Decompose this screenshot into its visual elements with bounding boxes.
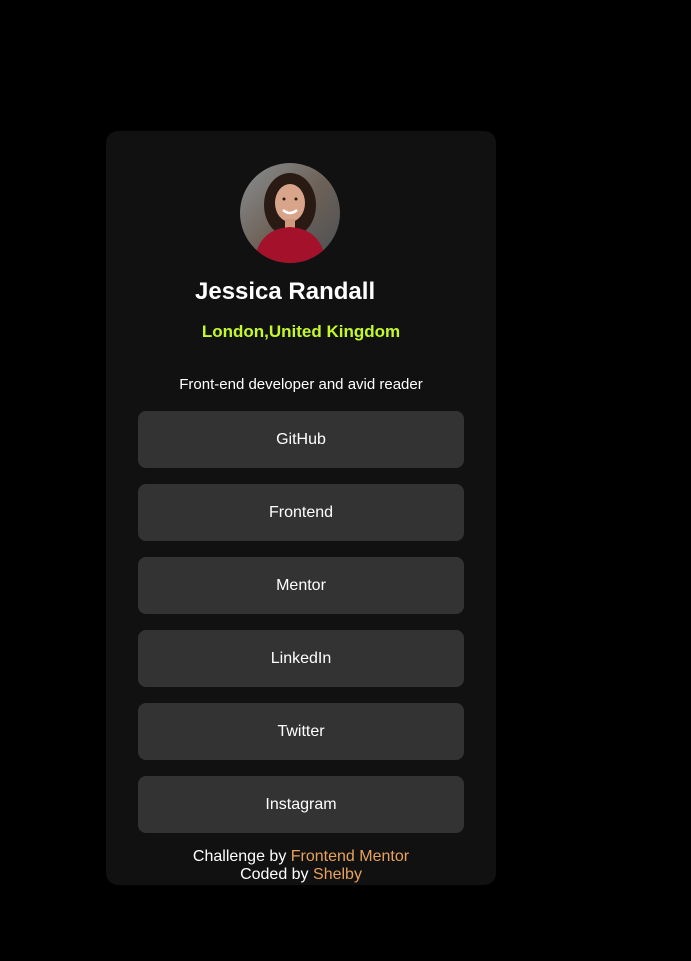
- instagram-link-button[interactable]: Instagram: [138, 776, 464, 833]
- avatar: [240, 163, 340, 263]
- coded-prefix: Coded by: [240, 866, 309, 883]
- frontend-mentor-link[interactable]: Frontend Mentor: [291, 848, 409, 865]
- profile-location: London,United Kingdom: [201, 322, 401, 341]
- attribution-footer: Challenge by Frontend Mentor Coded by Sh…: [106, 848, 496, 884]
- profile-bio: Front-end developer and avid reader: [179, 376, 423, 393]
- author-link[interactable]: Shelby: [313, 866, 362, 883]
- twitter-link-button[interactable]: Twitter: [138, 703, 464, 760]
- challenge-line: Challenge by Frontend Mentor: [106, 848, 496, 866]
- frontend-link-button[interactable]: Frontend: [138, 484, 464, 541]
- avatar-photo: [240, 163, 340, 263]
- coded-line: Coded by Shelby: [106, 866, 496, 884]
- profile-name: Jessica Randall: [195, 278, 376, 305]
- mentor-link-button[interactable]: Mentor: [138, 557, 464, 614]
- challenge-prefix: Challenge by: [192, 848, 287, 865]
- profile-card: Jessica Randall London,United Kingdom Fr…: [106, 131, 496, 885]
- linkedin-link-button[interactable]: LinkedIn: [138, 630, 464, 687]
- github-link-button[interactable]: GitHub: [138, 411, 464, 468]
- social-links: GitHub Frontend Mentor LinkedIn Twitter …: [138, 411, 464, 849]
